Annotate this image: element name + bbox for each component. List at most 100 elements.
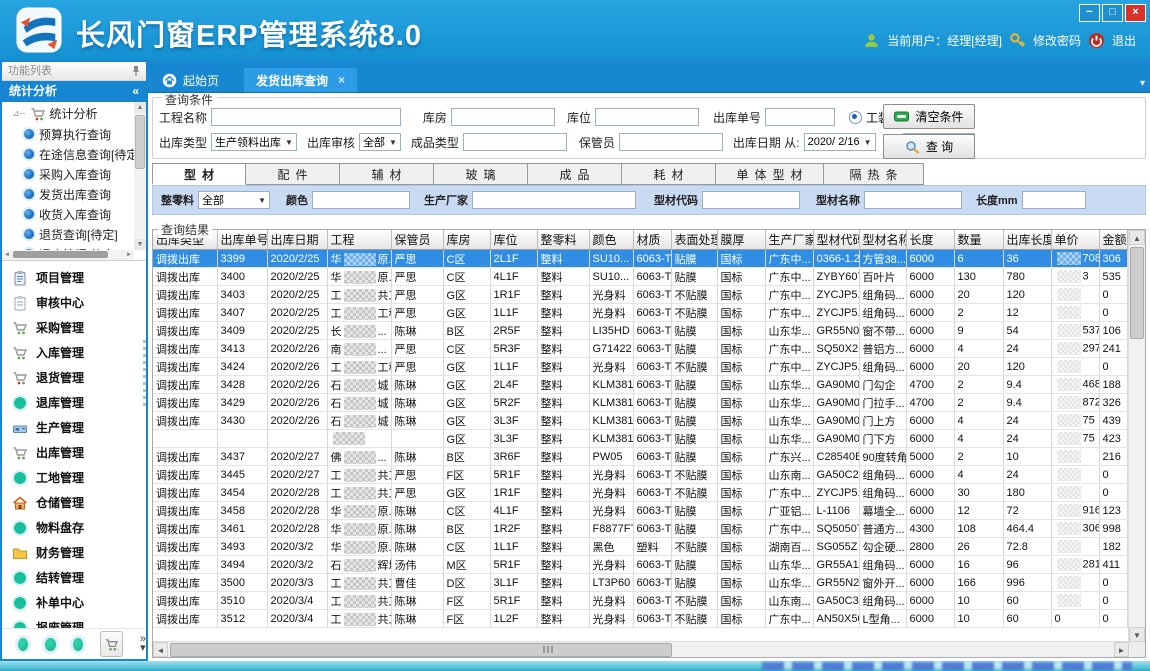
table-row[interactable]: 调拨出库34932020/3/2华原...陈琳C区1L1F整料黑色塑料不贴膜国标… [153,538,1127,556]
scroll-right-icon[interactable]: ► [126,250,132,260]
scroll-right-icon[interactable]: ► [1114,642,1129,657]
table-row[interactable]: 调拨出库35002020/3/3工共工程曹佳D区3L1F整料LT3P606063… [153,574,1127,592]
material-tab-成品[interactable]: 成品 [528,163,622,185]
sidebar-item-结转管理[interactable]: 结转管理 [2,565,146,590]
column-header-出库日期[interactable]: 出库日期 [267,230,327,250]
tab-home[interactable]: 起始页 [150,68,231,92]
table-row[interactable]: 调拨出库35122020/3/4工共工程陈琳F区1L2F整料光身料6063-T5… [153,610,1127,628]
scroll-up-icon[interactable]: ▲ [1129,230,1145,245]
column-header-型材名称[interactable]: 型材名称 [859,230,906,250]
collapse-icon[interactable]: « [132,81,139,102]
table-row[interactable]: 调拨出库34292020/2/26石城陈琳G区5R2F整料KLM38176063… [153,394,1127,412]
quick-dot-button[interactable] [18,638,28,651]
table-row[interactable]: G区3L3F整料KLM38176063-T5贴膜国标山东华...GA90M09.… [153,430,1127,448]
more-button[interactable]: » ▾ [140,635,146,653]
sidebar-item-生产管理[interactable]: 生产管理 [2,415,146,440]
column-header-库房[interactable]: 库房 [443,230,490,250]
sidebar-item-仓储管理[interactable]: 仓储管理 [2,490,146,515]
scroll-thumb[interactable] [170,643,672,657]
table-row[interactable]: 调拨出库34242020/2/26工工程严思G区1L1F整料光身料6063-T5… [153,358,1127,376]
table-row[interactable]: 调拨出库34072020/2/25工工程严思G区1L1F整料光身料6063-T5… [153,304,1127,322]
location-input[interactable] [595,108,699,126]
sidebar-item-项目管理[interactable]: 项目管理 [2,265,146,290]
column-header-整零料[interactable]: 整零料 [537,230,589,250]
sidebar-item-退库管理[interactable]: 退库管理 [2,390,146,415]
keeper-input[interactable] [619,133,723,151]
table-row[interactable]: 调拨出库34302020/2/26石城陈琳G区3L3F整料KLM38176063… [153,412,1127,430]
warehouse-input[interactable] [451,108,555,126]
column-header-单价[interactable]: 单价 [1051,230,1099,250]
scroll-left-icon[interactable]: ◄ [153,642,168,657]
column-header-出库长度[interactable]: 出库长度 [1003,230,1051,250]
scroll-thumb[interactable] [1130,247,1144,339]
material-tab-辅材[interactable]: 辅材 [340,163,434,185]
tree-horizontal-scrollbar[interactable]: ◄ ► [2,250,134,260]
project-name-input[interactable] [211,108,401,126]
sidebar-item-工地管理[interactable]: 工地管理 [2,465,146,490]
close-button[interactable]: × [1125,4,1146,22]
zhengling-select[interactable]: 全部▼ [198,191,270,209]
material-tab-耗材[interactable]: 耗材 [622,163,716,185]
column-header-库位[interactable]: 库位 [490,230,537,250]
scroll-thumb[interactable] [13,251,108,258]
scroll-up-icon[interactable]: ▲ [134,102,146,113]
splitter-handle[interactable] [143,340,146,410]
table-row[interactable]: 调拨出库33992020/2/25华原...严思C区2L1F整料SU10...6… [153,250,1127,268]
material-tab-玻璃[interactable]: 玻璃 [434,163,528,185]
sidebar-item-审核中心[interactable]: 审核中心 [2,290,146,315]
factory-input[interactable] [472,191,636,209]
length-input[interactable] [1022,191,1086,209]
table-row[interactable]: 调拨出库34942020/3/2石辉城汤伟M区5R1F整料光身料6063-T5贴… [153,556,1127,574]
tree-item-发货出库查询[interactable]: 发货出库查询 [2,184,134,204]
product-type-input[interactable] [463,133,567,151]
material-tab-隔热条[interactable]: 隔热条 [824,163,924,185]
sidebar-item-出库管理[interactable]: 出库管理 [2,440,146,465]
column-header-数量[interactable]: 数量 [954,230,1003,250]
table-row[interactable]: 调拨出库34372020/2/27佛...陈琳B区3R6F整料PW056063-… [153,448,1127,466]
column-header-颜色[interactable]: 颜色 [589,230,633,250]
tree-vertical-scrollbar[interactable]: ▲ ▼ [134,102,146,250]
tree-item-采购入库查询[interactable]: 采购入库查询 [2,164,134,184]
logout-link[interactable]: 退出 [1112,32,1136,49]
table-row[interactable]: 调拨出库34542020/2/28工共工程严思G区1R1F整料光身料6063-T… [153,484,1127,502]
column-header-工程[interactable]: 工程 [327,230,391,250]
table-row[interactable]: 调拨出库34002020/2/25华原...严思C区4L1F整料SU10...6… [153,268,1127,286]
column-header-型材代码[interactable]: 型材代码 [813,230,859,250]
table-row[interactable]: 调拨出库34612020/2/28华原...陈琳B区1R2F整料F8877FT6… [153,520,1127,538]
sidebar-item-财务管理[interactable]: 财务管理 [2,540,146,565]
profile-name-input[interactable] [864,191,962,209]
column-header-生产厂家[interactable]: 生产厂家 [765,230,813,250]
column-header-膜厚[interactable]: 膜厚 [717,230,765,250]
table-row[interactable]: 调拨出库34132020/2/26南...严思C区5R3F整料G71422606… [153,340,1127,358]
column-header-表面处理[interactable]: 表面处理 [671,230,717,250]
table-row[interactable]: 调拨出库34282020/2/26石城陈琳G区2L4F整料KLM38176063… [153,376,1127,394]
tab-shipping-outbound-query[interactable]: 发货出库查询 × [244,68,357,92]
tab-overflow-icon[interactable]: ▾ [1140,78,1145,89]
material-tab-型材[interactable]: 型材 [152,163,246,185]
sidebar-group-header[interactable]: 统计分析 « [2,81,146,102]
color-input[interactable] [312,191,410,209]
minimize-button[interactable]: − [1079,4,1100,22]
change-password-link[interactable]: 修改密码 [1033,32,1081,49]
search-button[interactable]: 查 询 [883,134,975,159]
table-row[interactable]: 调拨出库34032020/2/25工共工程严思G区1R1F整料光身料6063-T… [153,286,1127,304]
sidebar-item-采购管理[interactable]: 采购管理 [2,315,146,340]
clear-conditions-button[interactable]: 清空条件 [883,104,975,129]
column-header-长度[interactable]: 长度 [906,230,954,250]
scroll-down-icon[interactable]: ▼ [1129,627,1145,642]
material-tab-配件[interactable]: 配件 [246,163,340,185]
tree-item-退货查询[待定][interactable]: 退货查询[待定] [2,224,134,244]
scroll-left-icon[interactable]: ◄ [4,250,10,260]
tree-root-statistics[interactable]: ⊿--统计分析 [2,102,134,124]
table-row[interactable]: 调拨出库34582020/2/28华原...陈琳C区4L1F整料光身料6063-… [153,502,1127,520]
column-header-保管员[interactable]: 保管员 [391,230,443,250]
table-horizontal-scrollbar[interactable]: ◄ ► [153,641,1129,657]
table-vertical-scrollbar[interactable]: ▲ ▼ [1128,230,1145,642]
column-header-金额[interactable]: 金额 [1099,230,1127,250]
profile-code-input[interactable] [702,191,800,209]
sidebar-item-物料盘存[interactable]: 物料盘存 [2,515,146,540]
order-no-input[interactable] [765,108,835,126]
pin-icon[interactable] [131,65,141,77]
material-tab-单体型材[interactable]: 单体型材 [716,163,824,185]
scroll-thumb[interactable] [135,115,145,169]
